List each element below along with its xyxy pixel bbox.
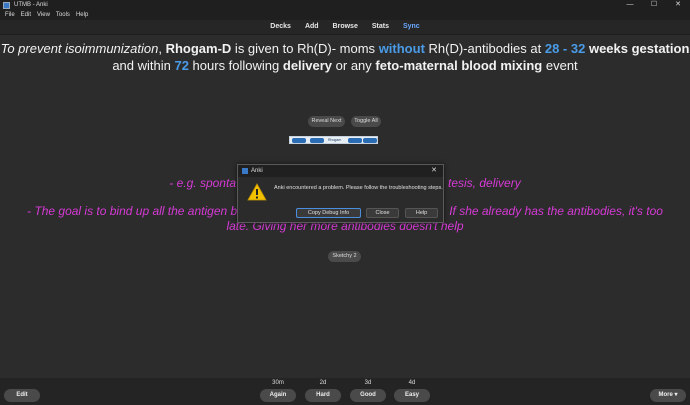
card-text: is given to Rh(D)- moms bbox=[231, 41, 379, 56]
card-text: and within bbox=[112, 58, 175, 73]
back-text: - The goal is to bind up all the antigen… bbox=[27, 204, 238, 218]
card-line-2: and within 72 hours following delivery o… bbox=[0, 57, 690, 74]
menu-view[interactable]: View bbox=[37, 12, 50, 18]
toolbar-divider bbox=[0, 34, 690, 35]
dialog-title-bar: Anki bbox=[238, 165, 443, 177]
window-controls: — ☐ ✕ bbox=[618, 0, 690, 10]
interval-good: 3d bbox=[364, 380, 372, 386]
card-text: weeks gestation bbox=[585, 41, 690, 56]
card-text: or any bbox=[332, 58, 376, 73]
card-text: Rhogam-D bbox=[165, 41, 232, 56]
dialog-close-icon[interactable]: ✕ bbox=[431, 165, 437, 177]
card-text: event bbox=[542, 58, 578, 73]
menu-tools[interactable]: Tools bbox=[56, 12, 70, 18]
anki-dialog-icon bbox=[242, 168, 248, 174]
interval-again: 30m bbox=[272, 380, 284, 386]
toggle-all-button[interactable]: Toggle All bbox=[351, 116, 381, 127]
copy-debug-info-button[interactable]: Copy Debug Info bbox=[296, 208, 361, 218]
menu-edit[interactable]: Edit bbox=[21, 12, 31, 18]
image-blot bbox=[292, 138, 306, 143]
window-title: UTMB - Anki bbox=[14, 2, 48, 8]
card-question: To prevent isoimmunization, Rhogam-D is … bbox=[0, 40, 690, 74]
good-button[interactable]: Good bbox=[350, 389, 386, 402]
back-text: - e.g. sponta bbox=[169, 176, 236, 190]
card-text: , bbox=[158, 41, 166, 56]
interval-easy: 4d bbox=[408, 380, 416, 386]
close-window-button[interactable]: ✕ bbox=[666, 0, 690, 10]
image-blot bbox=[348, 138, 362, 143]
menu-help[interactable]: Help bbox=[76, 12, 88, 18]
again-button[interactable]: Again bbox=[260, 389, 296, 402]
image-blot bbox=[310, 138, 324, 143]
toolbar-stats[interactable]: Stats bbox=[365, 20, 396, 34]
menu-file[interactable]: File bbox=[5, 12, 15, 18]
card-text: without bbox=[378, 41, 425, 56]
dialog-title: Anki bbox=[251, 168, 263, 174]
maximize-button[interactable]: ☐ bbox=[642, 0, 666, 10]
back-text: tesis, delivery bbox=[448, 176, 521, 190]
hard-button[interactable]: Hard bbox=[305, 389, 341, 402]
bottom-bar bbox=[0, 378, 690, 405]
card-text: To prevent isoimmunization bbox=[0, 41, 159, 56]
more-button[interactable]: More ▾ bbox=[650, 389, 686, 402]
back-text: If she already has the antibodies, it's … bbox=[449, 204, 663, 218]
card-text: Rh(D)-antibodies at bbox=[424, 41, 545, 56]
dialog-message: Anki encountered a problem. Please follo… bbox=[274, 185, 443, 191]
error-dialog: Anki ✕ Anki encountered a problem. Pleas… bbox=[237, 164, 444, 223]
title-bar: UTMB - Anki — ☐ ✕ bbox=[0, 0, 690, 10]
dialog-help-button[interactable]: Help bbox=[405, 208, 438, 218]
card-text: 28 - 32 bbox=[544, 41, 586, 56]
reveal-next-button[interactable]: Reveal Next bbox=[308, 116, 345, 127]
image-caption: Rhogam bbox=[328, 138, 342, 142]
sketchy-link-button[interactable]: Sketchy 2 bbox=[328, 251, 361, 262]
easy-button[interactable]: Easy bbox=[394, 389, 430, 402]
interval-hard: 2d bbox=[319, 380, 327, 386]
top-toolbar: Decks Add Browse Stats Sync bbox=[0, 20, 690, 34]
minimize-button[interactable]: — bbox=[618, 0, 642, 10]
toolbar-browse[interactable]: Browse bbox=[326, 20, 365, 34]
anki-app-icon bbox=[3, 1, 10, 9]
warning-icon bbox=[247, 183, 267, 201]
card-text: hours following bbox=[188, 58, 283, 73]
card-image: Rhogam bbox=[289, 136, 378, 144]
menu-bar: File Edit View Tools Help bbox=[0, 10, 690, 20]
toolbar-add[interactable]: Add bbox=[298, 20, 326, 34]
card-text: 72 bbox=[174, 58, 189, 73]
toolbar-sync[interactable]: Sync bbox=[396, 20, 427, 34]
card-text: feto-maternal blood mixing bbox=[375, 58, 543, 73]
toolbar-decks[interactable]: Decks bbox=[263, 20, 298, 34]
dialog-close-button[interactable]: Close bbox=[366, 208, 399, 218]
edit-button[interactable]: Edit bbox=[4, 389, 40, 402]
card-text: delivery bbox=[282, 58, 333, 73]
card-line-1: To prevent isoimmunization, Rhogam-D is … bbox=[0, 40, 690, 57]
image-blot bbox=[363, 138, 377, 143]
